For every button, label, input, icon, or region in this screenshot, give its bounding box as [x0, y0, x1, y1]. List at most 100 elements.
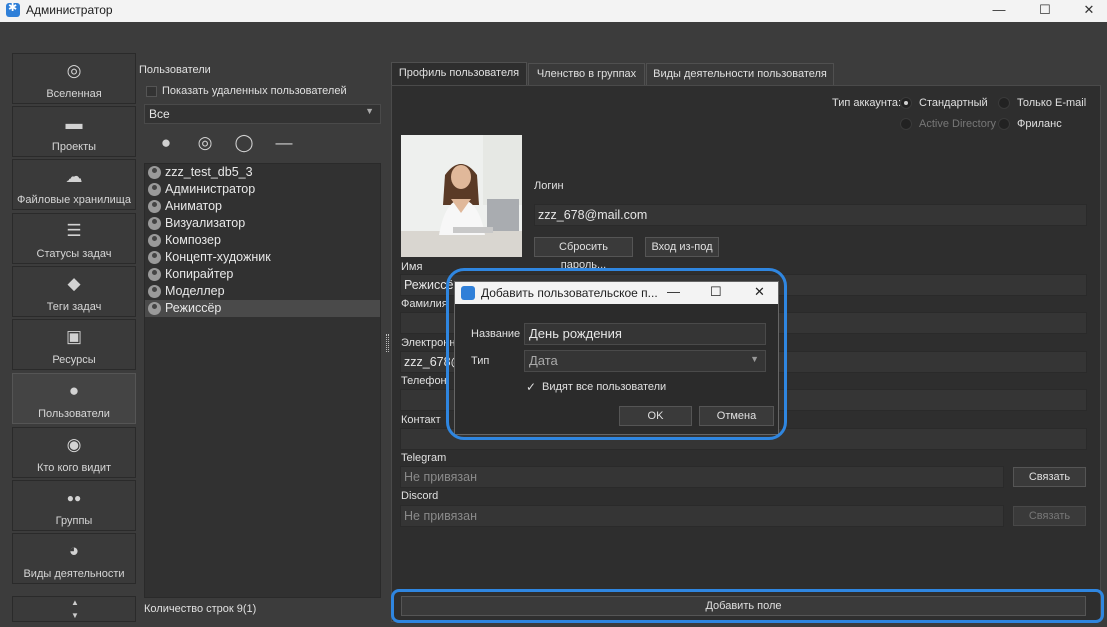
reset-password-button[interactable]: Сбросить пароль... [534, 237, 633, 271]
tag-icon: ◆ [67, 274, 81, 293]
nav-item-universe[interactable]: ◎ Вселенная [12, 53, 136, 104]
task-status-icon: ☰ [66, 221, 82, 240]
nav-item-projects[interactable]: ▬ Проекты [12, 106, 136, 157]
radio-active-directory-label: Active Directory [919, 118, 997, 130]
list-item-selected[interactable]: Режиссёр [145, 300, 380, 317]
nav-label: Теги задач [46, 301, 102, 313]
user-icon: ● [68, 381, 80, 400]
nav-label: Статусы задач [36, 248, 112, 260]
list-item[interactable]: Концепт-художник [145, 249, 380, 266]
cloud-icon: ☁ [65, 167, 83, 186]
radio-freelance[interactable] [998, 118, 1010, 130]
nav-item-groups[interactable]: ●● Группы [12, 480, 136, 531]
list-item[interactable]: Визуализатор [145, 215, 380, 232]
user-avatar-photo[interactable] [401, 135, 522, 257]
user-circle-icon[interactable]: ◎ [191, 131, 219, 157]
universe-icon: ◎ [66, 61, 82, 80]
list-item[interactable]: Аниматор [145, 198, 380, 215]
user-outline-icon[interactable]: ◯ [230, 131, 258, 157]
inbox-icon: ▣ [65, 327, 83, 346]
app-logo-icon [6, 1, 20, 17]
user-avatar-icon [148, 234, 161, 247]
radio-freelance-label: Фриланс [1017, 118, 1062, 130]
user-name: Визуализатор [165, 216, 246, 230]
user-avatar-icon [148, 251, 161, 264]
telegram-field: Не привязан [400, 466, 1004, 488]
show-deleted-checkbox[interactable] [146, 86, 157, 97]
radio-email-only[interactable] [998, 97, 1010, 109]
user-list: zzz_test_db5_3 Администратор Аниматор Ви… [144, 163, 381, 598]
tab-group-membership[interactable]: Членство в группах [528, 63, 645, 85]
login-field[interactable]: zzz_678@mail.com [534, 204, 1087, 226]
discord-value: Не привязан [404, 509, 478, 523]
panel-splitter-handle[interactable] [386, 334, 389, 352]
user-filter-select[interactable]: Все ▼ [144, 104, 381, 124]
minus-icon[interactable]: — [270, 131, 298, 157]
user-photo-image [401, 135, 522, 257]
nav-label: Ресурсы [52, 354, 96, 366]
palette-icon: ◕ [68, 541, 80, 560]
user-avatar-icon [148, 166, 161, 179]
account-type-label: Тип аккаунта: [832, 97, 902, 109]
nav-label: Группы [55, 515, 93, 527]
nav-label: Пользователи [38, 408, 110, 420]
nav-item-users[interactable]: ● Пользователи [12, 373, 136, 424]
login-as-button[interactable]: Вход из-под [645, 237, 719, 257]
scroll-up-icon[interactable]: ▲ [71, 598, 79, 607]
list-item[interactable]: zzz_test_db5_3 [145, 164, 380, 181]
nav-label: Проекты [51, 141, 97, 153]
list-item[interactable]: Моделлер [145, 283, 380, 300]
user-name: zzz_test_db5_3 [165, 165, 253, 179]
maximize-button[interactable]: ☐ [1023, 0, 1067, 22]
login-value: zzz_678@mail.com [538, 208, 648, 222]
nav-item-task-statuses[interactable]: ☰ Статусы задач [12, 213, 136, 264]
discord-link-button: Связать [1013, 506, 1086, 526]
user-name: Аниматор [165, 199, 222, 213]
radio-email-only-label: Только E-mail [1017, 97, 1087, 109]
chevron-down-icon: ▼ [365, 106, 374, 116]
minimize-button[interactable]: — [977, 0, 1021, 22]
users-panel-title: Пользователи [139, 64, 211, 76]
telegram-link-button[interactable]: Связать [1013, 467, 1086, 487]
nav-label: Файловые хранилища [17, 194, 131, 206]
eye-icon: ◉ [66, 435, 82, 454]
show-deleted-label: Показать удаленных пользователей [162, 85, 347, 97]
discord-field: Не привязан [400, 505, 1004, 527]
user-avatar-icon [148, 200, 161, 213]
user-add-icon[interactable]: ● [152, 131, 180, 157]
telegram-value: Не привязан [404, 470, 478, 484]
tab-user-profile[interactable]: Профиль пользователя [391, 62, 527, 86]
user-avatar-icon [148, 285, 161, 298]
nav-item-visibility[interactable]: ◉ Кто кого видит [12, 427, 136, 478]
nav-item-resources[interactable]: ▣ Ресурсы [12, 319, 136, 370]
user-name: Режиссёр [165, 301, 222, 315]
user-name: Композер [165, 233, 221, 247]
user-avatar-icon [148, 302, 161, 315]
user-name: Администратор [165, 182, 256, 196]
nav-scroll[interactable]: ▲ ▼ [12, 596, 136, 622]
radio-standard-label: Стандартный [919, 97, 988, 109]
first-name-label: Имя [401, 261, 423, 273]
dialog-highlight [446, 268, 787, 440]
radio-standard[interactable] [900, 97, 912, 109]
folder-icon: ▬ [65, 114, 83, 133]
user-avatar-icon [148, 268, 161, 281]
list-item[interactable]: Композер [145, 232, 380, 249]
telegram-label: Telegram [401, 452, 447, 464]
list-item[interactable]: Администратор [145, 181, 380, 198]
tab-user-activities[interactable]: Виды деятельности пользователя [646, 63, 834, 85]
list-item[interactable]: Копирайтер [145, 266, 380, 283]
nav-item-storages[interactable]: ☁ Файловые хранилища [12, 159, 136, 210]
nav-item-activities[interactable]: ◕ Виды деятельности [12, 533, 136, 584]
group-icon: ●● [66, 491, 82, 505]
close-button[interactable]: ✕ [1067, 0, 1107, 22]
user-avatar-icon [148, 183, 161, 196]
window-title: Администратор [26, 3, 113, 17]
nav-item-task-tags[interactable]: ◆ Теги задач [12, 266, 136, 317]
scroll-down-icon[interactable]: ▼ [71, 611, 79, 620]
discord-label: Discord [401, 490, 439, 502]
user-name: Моделлер [165, 284, 225, 298]
contact-label: Контакт [401, 414, 441, 426]
add-field-highlight [391, 589, 1104, 623]
user-avatar-icon [148, 217, 161, 230]
